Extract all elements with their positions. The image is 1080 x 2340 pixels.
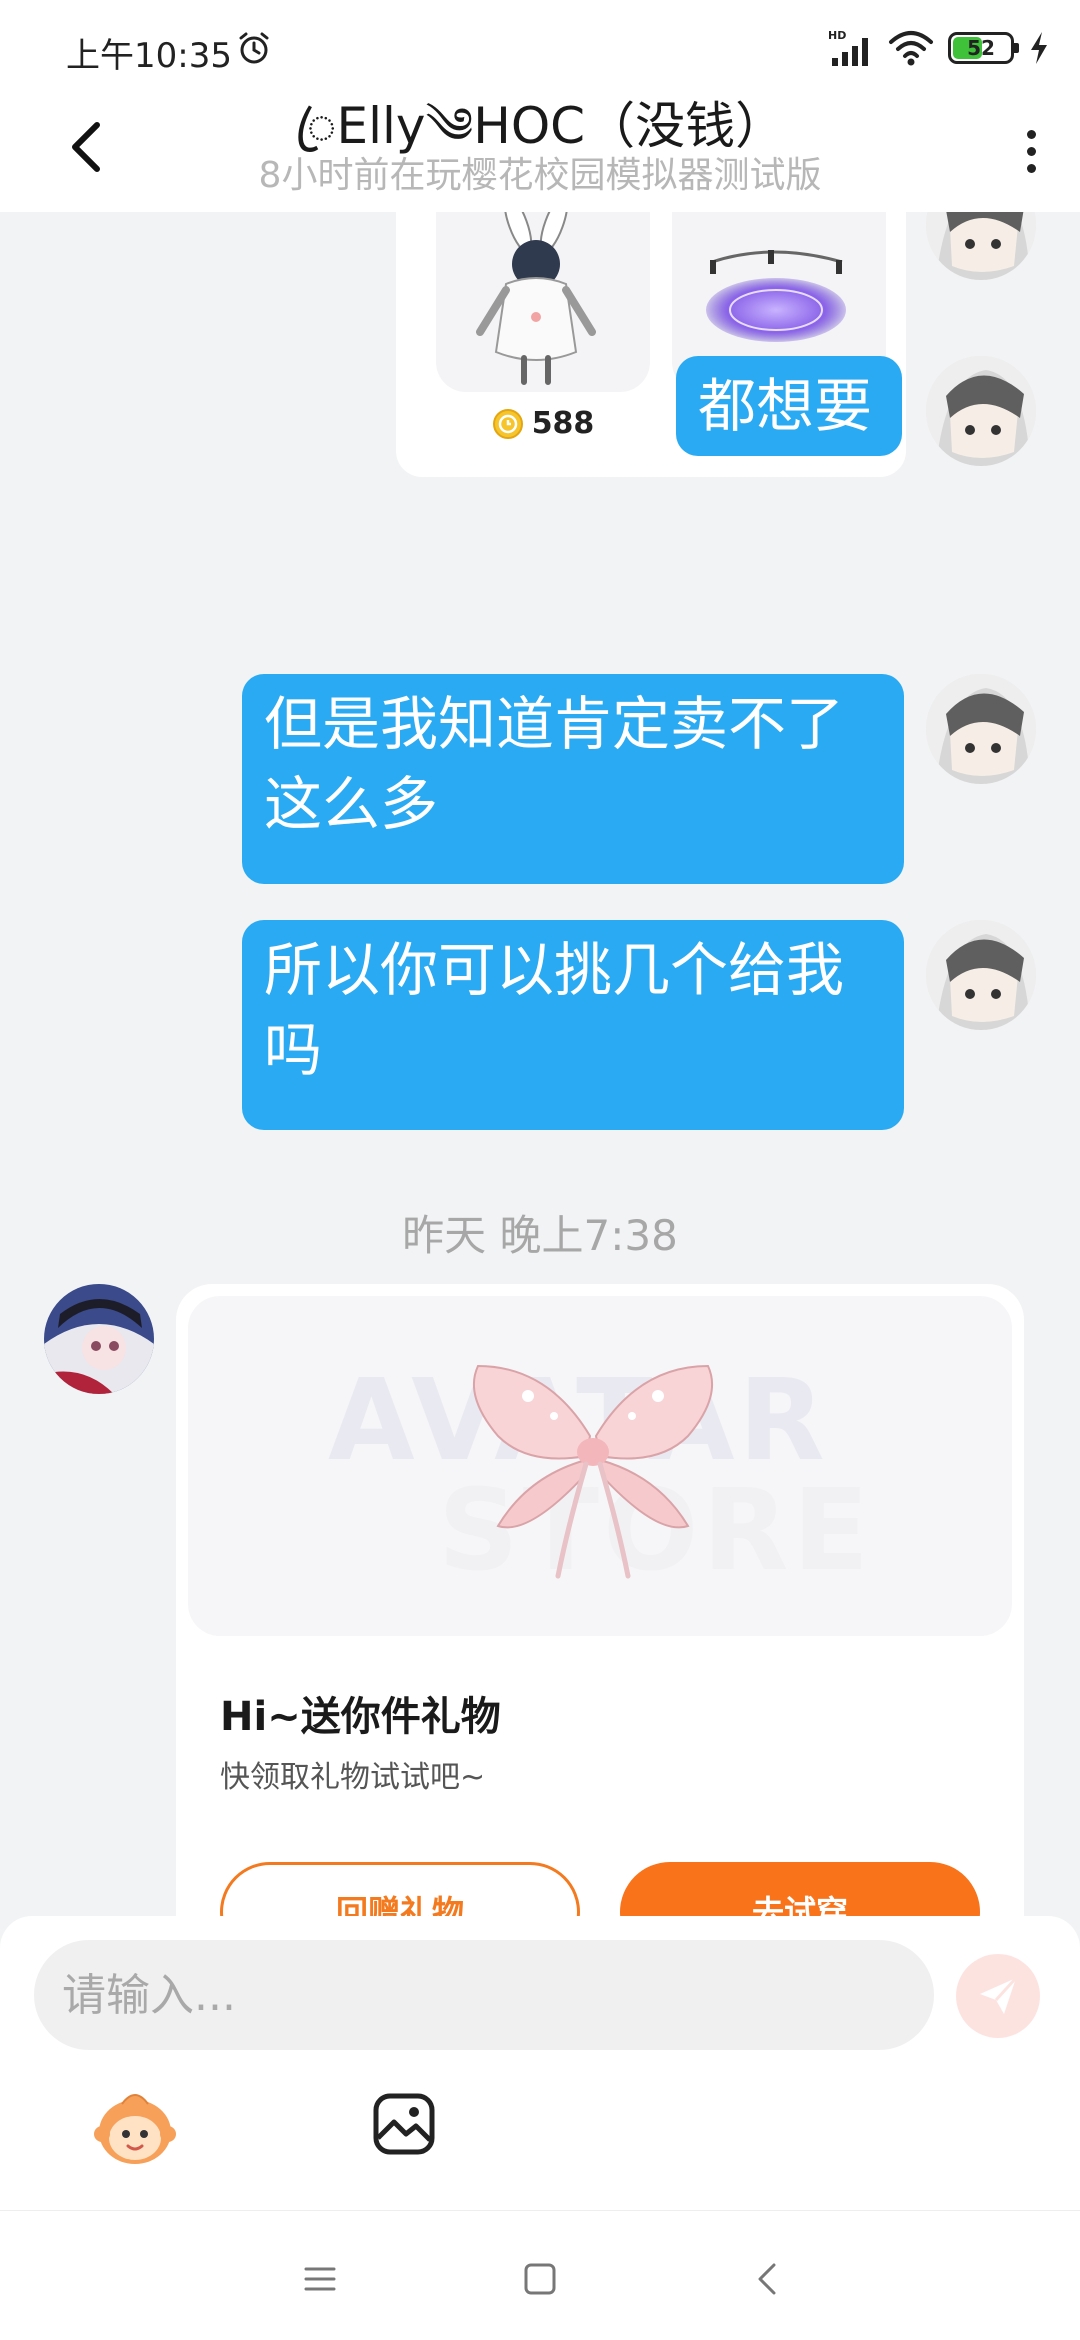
gift-card[interactable]: AVATAR STORE Hi~送你件礼物 快领取礼物试试吧~ 回赠礼物 去试穿	[176, 1284, 1024, 1918]
message-input[interactable]	[34, 1940, 934, 2050]
message-list[interactable]: 588 都想要 但是我知道肯定卖不了这么多 所以你可以挑几个给我吗 昨天 晚上7…	[0, 212, 1080, 1918]
message-bubble-sent[interactable]: 都想要	[676, 356, 902, 456]
return-gift-button[interactable]: 回赠礼物	[220, 1862, 580, 1918]
bunny-hoodie-image	[476, 212, 596, 385]
chat-title: ꦿElly༄HOC（没钱）	[294, 97, 786, 155]
status-time: 上午10:35	[66, 36, 232, 76]
message-text: 所以你可以挑几个给我吗	[264, 936, 845, 1084]
sticker-icon[interactable]	[92, 2088, 178, 2168]
message-bubble-sent[interactable]: 所以你可以挑几个给我吗	[242, 920, 904, 1130]
my-avatar[interactable]	[926, 356, 1036, 466]
chat-header: ꦿElly༄HOC（没钱） 8小时前在玩樱花校园模拟器测试版	[0, 96, 1080, 212]
avatar-image	[926, 920, 1036, 1030]
message-text: 都想要	[698, 372, 873, 440]
system-nav-bar	[0, 2210, 1080, 2340]
try-on-button[interactable]: 去试穿	[620, 1862, 980, 1918]
status-icons: HD 52	[828, 26, 1050, 70]
battery-icon: 52	[948, 32, 1019, 64]
gift-image: AVATAR STORE	[188, 1296, 1012, 1636]
wifi-icon	[889, 31, 933, 66]
coin-icon	[492, 408, 523, 439]
message-bubble-sent[interactable]: 但是我知道肯定卖不了这么多	[242, 674, 904, 884]
time-divider: 昨天 晚上7:38	[402, 1211, 678, 1260]
butterfly-wings-image	[472, 1364, 714, 1579]
price-value: 588	[531, 406, 595, 441]
input-panel	[0, 1916, 1080, 2210]
home-icon[interactable]	[520, 2259, 560, 2299]
avatar-image	[926, 212, 1036, 280]
avatar-image	[44, 1284, 154, 1394]
more-button[interactable]	[1006, 116, 1056, 186]
gift-title: Hi~送你件礼物	[220, 1694, 501, 1740]
more-vertical-icon	[1026, 129, 1036, 139]
alarm-icon	[239, 32, 269, 64]
gift-subtitle: 快领取礼物试试吧~	[220, 1760, 486, 1795]
signal-icon: HD	[828, 29, 868, 66]
chat-subtitle: 8小时前在玩樱花校园模拟器测试版	[258, 155, 822, 196]
avatar-image	[926, 356, 1036, 466]
product-price: 588	[436, 406, 650, 441]
image-icon[interactable]	[372, 2092, 436, 2156]
product-thumbnail	[436, 212, 650, 392]
status-bar: 上午10:35 HD 52	[0, 0, 1080, 96]
back-arrow-icon	[72, 122, 100, 172]
send-button[interactable]	[956, 1954, 1040, 2038]
my-avatar[interactable]	[926, 920, 1036, 1030]
back-nav-icon[interactable]	[748, 2259, 788, 2299]
avatar-image	[926, 674, 1036, 784]
charging-icon	[1031, 32, 1047, 64]
product-item[interactable]: 588	[436, 212, 650, 477]
battery-percent: 52	[967, 36, 995, 60]
message-text: 但是我知道肯定卖不了这么多	[264, 690, 845, 838]
menu-icon[interactable]	[300, 2259, 340, 2299]
network-type: HD	[828, 29, 846, 42]
back-button[interactable]	[56, 112, 116, 182]
contact-avatar[interactable]	[44, 1284, 154, 1394]
send-icon	[980, 1976, 1018, 2014]
my-avatar[interactable]	[926, 212, 1036, 280]
my-avatar[interactable]	[926, 674, 1036, 784]
